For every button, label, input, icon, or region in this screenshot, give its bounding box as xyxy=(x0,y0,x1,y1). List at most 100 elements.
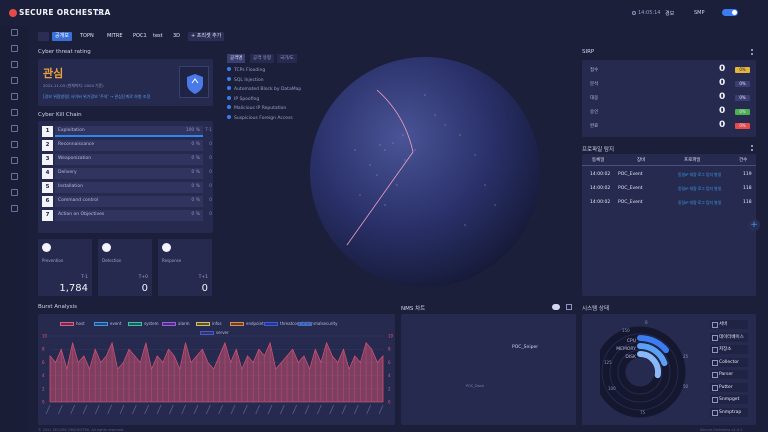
burst-legend-item[interactable]: host xyxy=(60,321,85,326)
preset-grid-icon[interactable] xyxy=(38,32,49,41)
threat-title: Cyber threat rating xyxy=(38,49,91,55)
nms-grid-icon[interactable] xyxy=(566,304,572,310)
system-status-button[interactable]: 저장소 xyxy=(710,345,748,354)
attack-list-item[interactable]: Automated Block by DataMap xyxy=(227,86,301,92)
nms-node-sub-label[interactable]: POC_Dash xyxy=(466,384,484,388)
sidebar-alert-icon[interactable] xyxy=(11,93,18,100)
burst-xtick xyxy=(316,404,322,415)
system-status-button[interactable]: 데이터베이스 xyxy=(710,332,748,342)
profile-cell-profile[interactable]: 동일IP 대량 로그 탐지 발생 xyxy=(678,200,721,206)
system-status-button[interactable]: Collector xyxy=(710,357,748,367)
burst-chart[interactable]: 10 10 8 8 6 6 4 4 2 2 0 0 xyxy=(38,330,395,425)
theme-toggle[interactable] xyxy=(722,9,738,16)
sidebar-bug-icon[interactable] xyxy=(11,109,18,116)
burst-ytick-label: 6 xyxy=(42,360,45,365)
cloud-icon[interactable] xyxy=(552,304,560,310)
sirp-row[interactable]: 승인 0 0% xyxy=(587,106,752,118)
killchain-label: Action on Objectives xyxy=(58,212,105,217)
profile-cell-profile[interactable]: 동일IP 대량 로그 탐지 발생 xyxy=(678,186,721,192)
sirp-percent-badge: 0% xyxy=(735,81,750,87)
system-status-button[interactable]: Putter xyxy=(710,382,748,392)
sirp-row[interactable]: 분석 0 0% xyxy=(587,78,752,90)
sidebar-search-icon[interactable] xyxy=(11,61,18,68)
attack-tab-1[interactable]: 공격 유형 xyxy=(250,54,274,63)
sidebar-file-icon[interactable] xyxy=(11,173,18,180)
sidebar-mail-icon[interactable] xyxy=(11,125,18,132)
killchain-row[interactable]: 3 Weaponization 0 % 0 xyxy=(42,154,212,165)
sirp-row[interactable]: 대응 0 0% xyxy=(587,92,752,104)
preset-chip-0[interactable]: 공개보 xyxy=(52,32,72,41)
sidebar-doc-icon[interactable] xyxy=(11,189,18,196)
sidebar-chat-icon[interactable] xyxy=(11,157,18,164)
preset-chip-1[interactable]: TOPN xyxy=(77,32,97,41)
killchain-side-value: 0 xyxy=(209,212,212,217)
system-status-button[interactable]: 서버 xyxy=(710,320,748,329)
sirp-row[interactable]: 접수 0 0% xyxy=(587,64,752,76)
system-status-button[interactable]: Parser xyxy=(710,370,748,379)
burst-xtick xyxy=(70,404,76,415)
killchain-row[interactable]: 1 Exploitation 100 % T-1 xyxy=(42,126,212,137)
add-preset-button[interactable]: + 프리셋 추가 xyxy=(188,32,225,41)
sidebar-settings-icon[interactable] xyxy=(11,205,18,212)
preset-chip-5[interactable]: 3D xyxy=(170,32,183,41)
preset-chip-4[interactable]: test xyxy=(150,32,166,41)
attack-tab-2[interactable]: 국가/도 xyxy=(277,54,297,63)
burst-legend-item[interactable]: endpoint xyxy=(230,321,264,326)
burst-legend-item[interactable]: infos xyxy=(196,321,222,326)
killchain-row[interactable]: 4 Delivery 0 % 0 xyxy=(42,168,212,179)
killchain-row[interactable]: 7 Action on Objectives 0 % 0 xyxy=(42,210,212,221)
killchain-label: Command control xyxy=(58,198,99,203)
burst-ytick-label: 8 xyxy=(42,347,45,352)
burst-legend-item[interactable]: alarm xyxy=(162,321,189,326)
attack-list-item[interactable]: IP Spoofing xyxy=(227,95,259,102)
burst-legend-item[interactable]: system xyxy=(128,321,158,326)
killchain-step-number: 2 xyxy=(42,140,53,151)
killchain-step-number: 5 xyxy=(42,182,53,193)
attack-list-item[interactable]: TCPs Flooding xyxy=(227,67,265,73)
system-status-button[interactable]: Snmptrap xyxy=(710,407,748,417)
smp-link[interactable]: SMP xyxy=(694,10,705,16)
stat-card-detection[interactable]: Detection T+0 0 xyxy=(98,239,152,296)
killchain-row[interactable]: 2 Reconnaissance 0 % 0 xyxy=(42,140,212,151)
preset-chip-2[interactable]: MITRE xyxy=(104,32,125,41)
menu-icon[interactable] xyxy=(96,10,102,15)
profile-cell-profile[interactable]: 동일IP 대량 로그 탐지 발생 xyxy=(678,172,721,178)
profile-cell-date: 14:00:02 xyxy=(590,200,611,205)
threat-notice-link[interactable]: [경보 위협발령] 사이버 위기경보 '주의' → 관심단계로 하향 조정 xyxy=(43,94,173,100)
sirp-label: 분석 xyxy=(590,82,599,87)
burst-legend-item[interactable]: malsecurity xyxy=(298,321,337,326)
profile-more-icon[interactable] xyxy=(751,145,753,151)
killchain-bar: Reconnaissance 0 % xyxy=(55,140,203,151)
burst-ytick-label: 0 xyxy=(388,400,391,405)
sidebar-book-icon[interactable] xyxy=(11,141,18,148)
attack-list-item[interactable]: Malicious IP Reputation xyxy=(227,105,286,111)
killchain-row[interactable]: 5 Installation 0 % 0 xyxy=(42,182,212,193)
attack-tab-0[interactable]: 공격명 xyxy=(227,54,246,63)
attack-list-item[interactable]: SQL Injection xyxy=(227,76,264,83)
sirp-more-icon[interactable] xyxy=(751,49,753,55)
nms-title: NMS 차트 xyxy=(401,306,426,312)
burst-xtick xyxy=(181,404,187,415)
attack-list-item[interactable]: Suspicious Foreign Access xyxy=(227,114,293,121)
attack-globe[interactable] xyxy=(285,55,570,290)
killchain-percent: 100 % xyxy=(185,128,200,133)
stat-card-response[interactable]: Response T+1 0 xyxy=(158,239,212,296)
profile-cell-count: 119 xyxy=(743,172,752,177)
sidebar-dashboard-icon[interactable] xyxy=(11,29,18,36)
killchain-row[interactable]: 6 Command control 0 % 0 xyxy=(42,196,212,207)
burst-legend-item[interactable]: event xyxy=(94,321,121,326)
burst-series-host[interactable] xyxy=(49,341,384,403)
alert-link[interactable]: 경보 xyxy=(665,10,674,17)
sidebar-list-icon[interactable] xyxy=(11,77,18,84)
add-widget-button[interactable]: + xyxy=(748,219,760,231)
killchain-percent: 0 % xyxy=(191,198,200,203)
sirp-value: 0 xyxy=(719,78,726,88)
sirp-row[interactable]: 완료 0 0% xyxy=(587,120,752,132)
nms-panel xyxy=(401,314,576,425)
nms-node-label[interactable]: POC_Sniper xyxy=(512,345,538,350)
preset-chip-3[interactable]: POC1 xyxy=(130,32,150,41)
sirp-value: 0 xyxy=(719,120,726,130)
sidebar-network-icon[interactable] xyxy=(11,45,18,52)
stat-card-prevention[interactable]: Prevention T-1 1,784 xyxy=(38,239,92,296)
system-status-button[interactable]: Snmpget xyxy=(710,395,748,404)
